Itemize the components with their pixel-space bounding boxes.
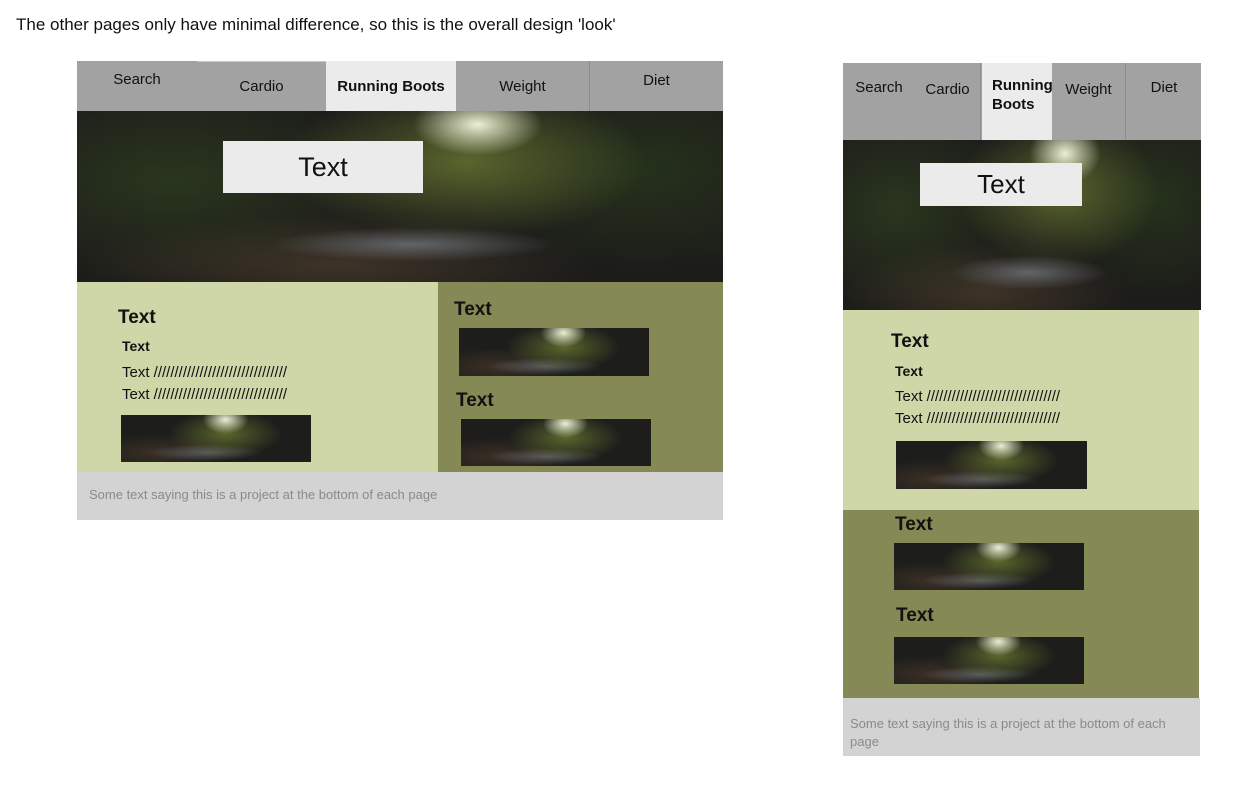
dark-thumbnail-image-2	[894, 637, 1084, 684]
tab-cardio-label: Cardio	[239, 78, 284, 95]
tab-diet[interactable]: Diet	[590, 61, 723, 111]
mobile-footer: Some text saying this is a project at th…	[843, 698, 1200, 756]
light-text-line-2: Text ////////////////////////////////	[895, 410, 1061, 427]
tab-diet-label: Diet	[1150, 79, 1178, 96]
light-thumbnail-image	[896, 441, 1087, 489]
content-light-panel: Text Text Text /////////////////////////…	[843, 310, 1199, 510]
left-text-line-1: Text ////////////////////////////////	[122, 364, 288, 381]
tab-running-boots-label-1: Running	[992, 77, 1053, 94]
hero-text: Text	[298, 151, 348, 182]
tab-running-boots-label-2: Boots	[992, 96, 1035, 113]
tab-diet[interactable]: Diet	[1127, 63, 1201, 140]
right-thumbnail-image-1	[459, 328, 649, 376]
left-subheading: Text	[122, 338, 150, 354]
dark-heading-1: Text	[895, 514, 933, 535]
light-heading: Text	[891, 331, 929, 352]
tab-cardio[interactable]: Cardio	[197, 61, 326, 111]
hero-image: Text	[77, 111, 723, 282]
tab-weight[interactable]: Weight	[456, 61, 590, 111]
mobile-footer-text: Some text saying this is a project at th…	[850, 716, 1166, 749]
right-heading-2: Text	[456, 390, 494, 411]
tab-search-label: Search	[855, 79, 903, 96]
light-subheading: Text	[895, 363, 923, 379]
tab-weight-label: Weight	[499, 77, 546, 95]
light-text-line-1: Text ////////////////////////////////	[895, 388, 1061, 405]
tab-cardio-label: Cardio	[925, 81, 970, 98]
right-thumbnail-image-2	[461, 419, 651, 466]
content-left-panel: Text Text Text /////////////////////////…	[77, 282, 438, 472]
tab-diet-label: Diet	[643, 72, 670, 89]
tab-running-boots[interactable]: Running Boots	[982, 63, 1053, 140]
right-heading-1: Text	[454, 299, 492, 320]
tab-weight-label: Weight	[1065, 81, 1112, 98]
tab-running-boots[interactable]: Running Boots	[326, 61, 456, 111]
mobile-nav: Search Cardio Running Boots Weight Diet	[843, 63, 1201, 140]
tab-search[interactable]: Search	[843, 63, 915, 140]
dark-heading-2: Text	[896, 605, 934, 626]
page-note: The other pages only have minimal differ…	[16, 15, 616, 34]
desktop-nav: Search Cardio Running Boots Weight Diet	[77, 61, 723, 111]
desktop-footer: Some text saying this is a project at th…	[77, 472, 723, 520]
tab-cardio[interactable]: Cardio	[915, 63, 981, 140]
tab-search[interactable]: Search	[77, 61, 197, 111]
tab-search-label: Search	[113, 71, 161, 88]
left-heading: Text	[118, 307, 156, 328]
content-dark-panel: Text Text	[843, 510, 1199, 698]
tab-running-boots-label: Running Boots	[337, 77, 445, 95]
hero-text-box: Text	[223, 141, 423, 193]
content-right-panel: Text Text	[438, 282, 723, 472]
left-thumbnail-image	[121, 415, 311, 462]
hero-text-box: Text	[920, 163, 1082, 206]
tab-weight[interactable]: Weight	[1052, 63, 1126, 140]
desktop-footer-text: Some text saying this is a project at th…	[89, 487, 438, 502]
left-text-line-2: Text ////////////////////////////////	[122, 386, 288, 403]
dark-thumbnail-image-1	[894, 543, 1084, 590]
hero-image: Text	[843, 140, 1201, 310]
hero-text: Text	[977, 169, 1025, 199]
